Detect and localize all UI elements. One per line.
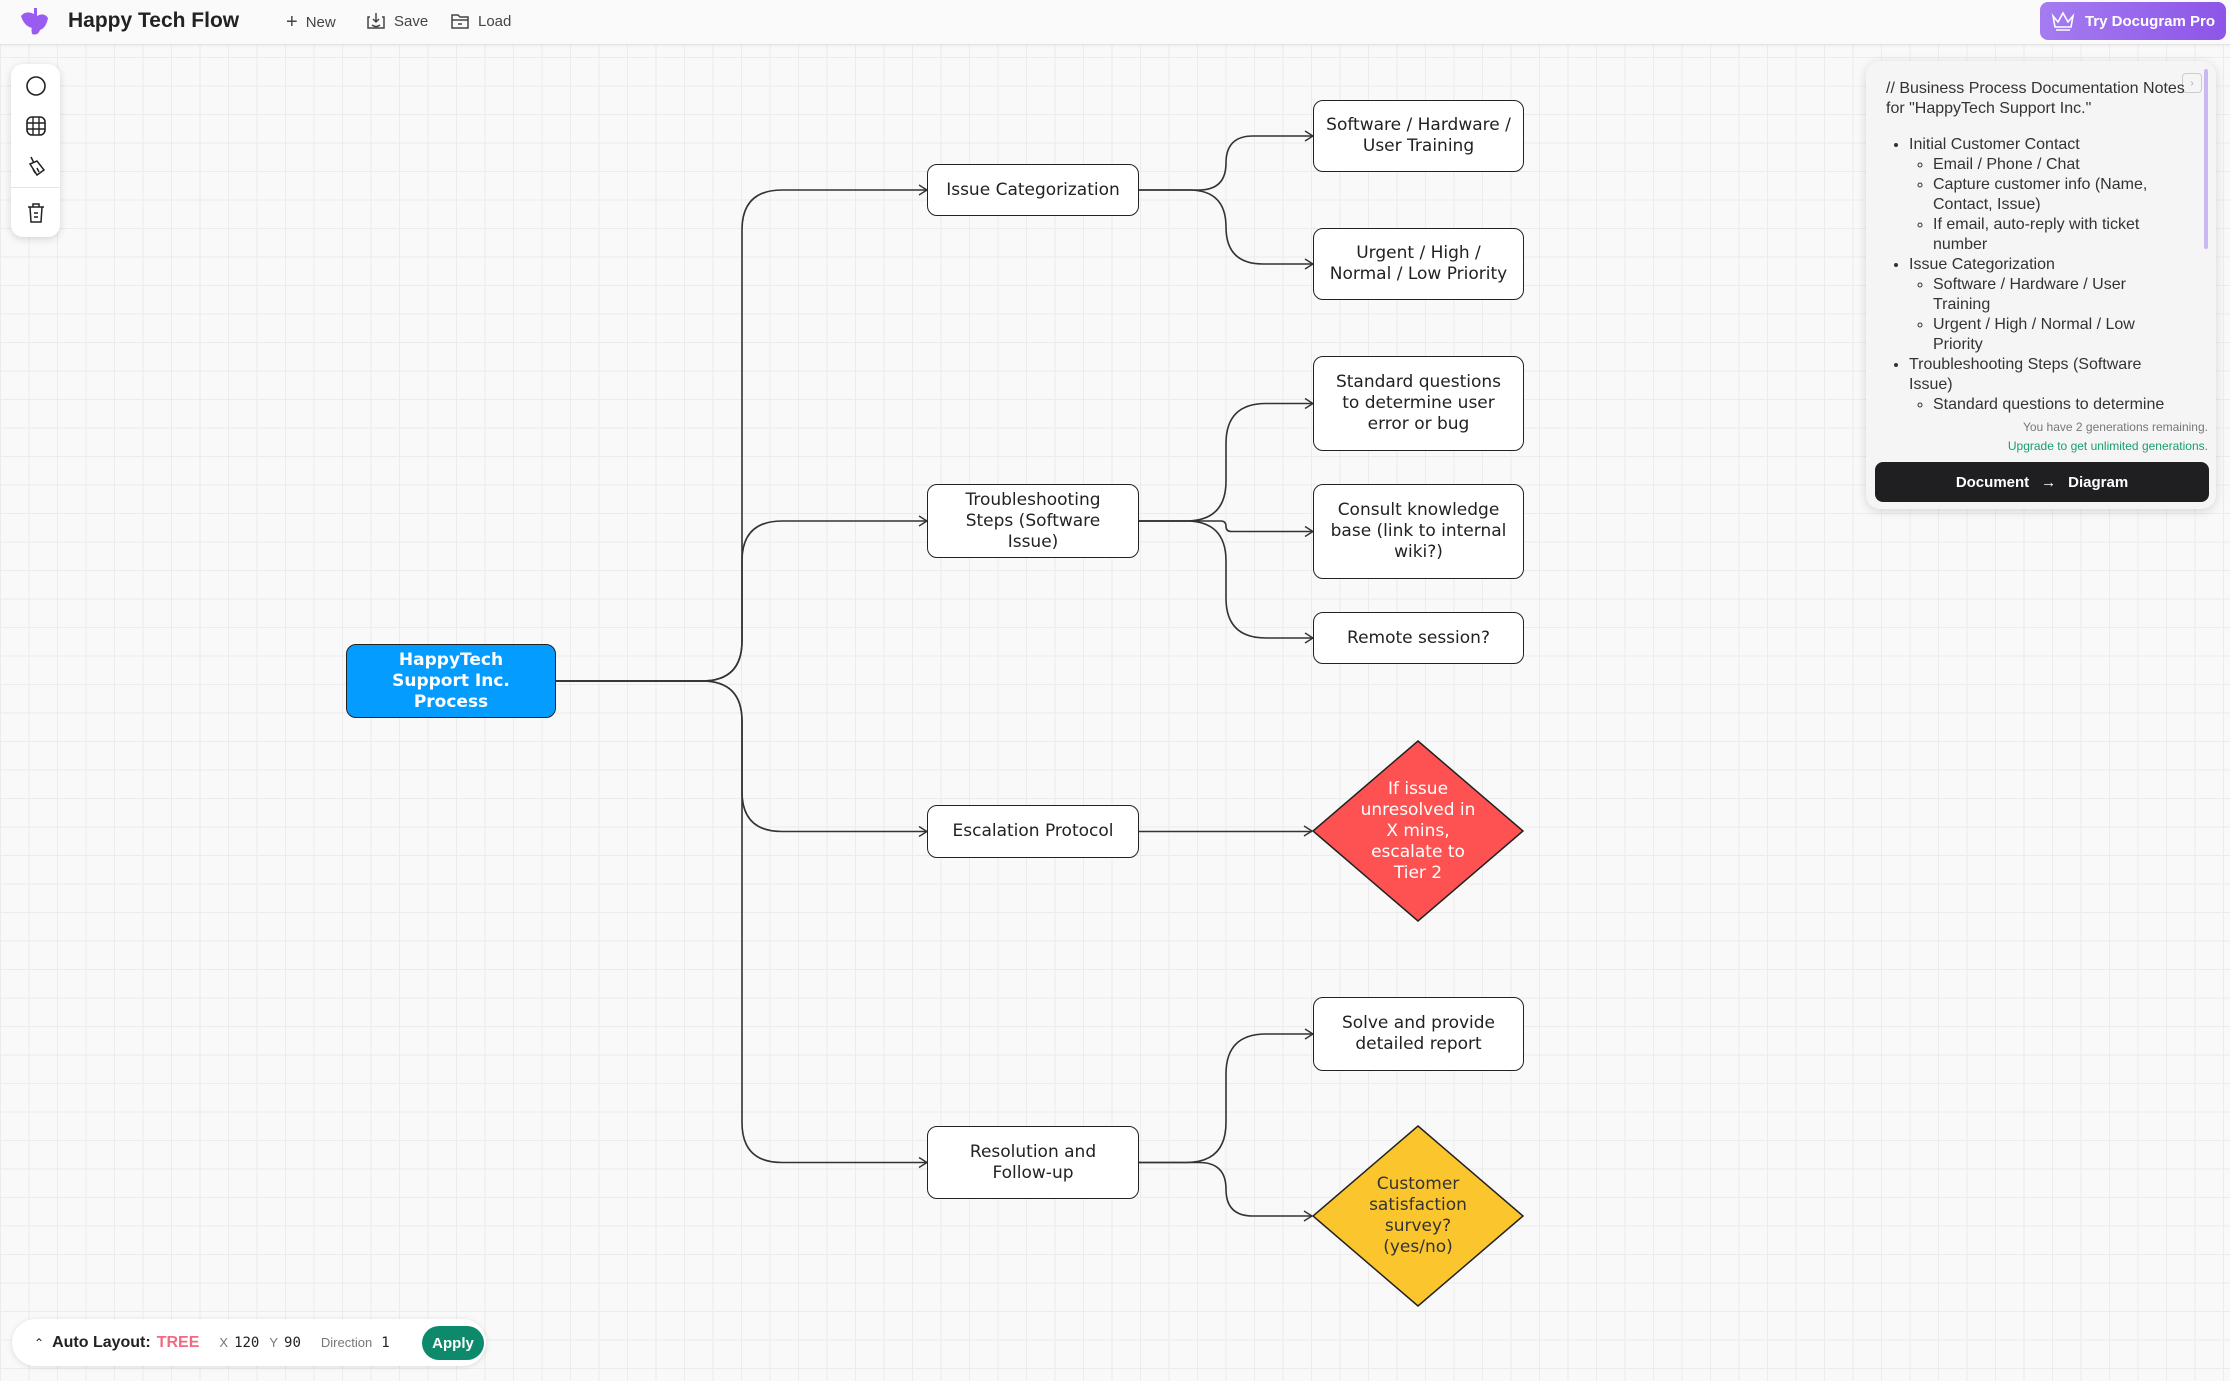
try-pro-button[interactable]: Try Docugram Pro	[2040, 2, 2226, 40]
outline-subitem: Email / Phone / Chat	[1933, 155, 2186, 175]
node-solve-report[interactable]: Solve and provide detailed report	[1313, 997, 1524, 1071]
folder-icon	[451, 14, 469, 29]
crown-icon	[2051, 11, 2075, 31]
outline-subitem: Capture customer info (Name, Contact, Is…	[1933, 175, 2186, 215]
plus-icon: +	[286, 11, 298, 33]
brush-icon[interactable]	[23, 153, 49, 179]
auto-layout-bar: ⌃ Auto Layout: TREE X 120 Y 90 Direction…	[12, 1319, 486, 1366]
save-icon	[367, 13, 385, 29]
node-resolution[interactable]: Resolution and Follow-up	[927, 1126, 1139, 1199]
node-satisfaction-survey[interactable]: Customer satisfaction survey? (yes/no)	[1312, 1125, 1524, 1307]
document-outline: Initial Customer Contact Email / Phone /…	[1886, 135, 2186, 415]
auto-layout-label: Auto Layout:	[52, 1333, 151, 1351]
y-label: Y	[269, 1335, 279, 1350]
edge	[1139, 520, 1313, 533]
save-button[interactable]: Save	[366, 11, 428, 31]
y-value-input[interactable]: 90	[284, 1335, 301, 1351]
load-button[interactable]: Load	[450, 11, 511, 31]
outline-item-label: Troubleshooting Steps (Software Issue)	[1909, 356, 2142, 393]
outline-subitem: Urgent / High / Normal / Low Priority	[1933, 315, 2186, 355]
document-header-line: // Business Process Documentation Notes …	[1886, 80, 2185, 117]
document-panel: › // Business Process Documentation Note…	[1866, 61, 2216, 509]
x-label: X	[219, 1335, 229, 1350]
load-label: Load	[478, 12, 512, 30]
node-priority[interactable]: Urgent / High / Normal / Low Priority	[1313, 228, 1524, 300]
node-knowledge-base[interactable]: Consult knowledge base (link to internal…	[1313, 484, 1524, 579]
generations-note: You have 2 generations remaining.	[2022, 420, 2208, 434]
direction-value-input[interactable]: 1	[381, 1335, 389, 1351]
edge	[1139, 1033, 1313, 1164]
new-label: New	[305, 14, 336, 31]
try-pro-label: Try Docugram Pro	[2084, 12, 2216, 30]
tool-palette	[11, 64, 60, 237]
outline-subitem: Standard questions to determine	[1933, 395, 2186, 415]
edge	[1139, 135, 1313, 191]
x-value-input[interactable]: 120	[234, 1335, 259, 1351]
trash-icon[interactable]	[23, 200, 49, 226]
node-escalate-decision[interactable]: If issue unresolved in X mins, escalate …	[1312, 740, 1524, 922]
arrow-right-icon: →	[2041, 473, 2057, 491]
node-remote-session[interactable]: Remote session?	[1313, 612, 1524, 664]
node-standard-questions[interactable]: Standard questions to determine user err…	[1313, 356, 1524, 451]
outline-subitem: Software / Hardware / User Training	[1933, 275, 2186, 315]
node-root[interactable]: HappyTech Support Inc. Process	[346, 644, 556, 718]
top-bar: Happy Tech Flow + New Save Load Try Docug…	[0, 0, 2230, 45]
app-logo-icon	[21, 8, 48, 35]
panel-scrollbar[interactable]	[2204, 69, 2208, 249]
edge	[1139, 520, 1313, 639]
outline-item: Issue Categorization Software / Hardware…	[1909, 255, 2186, 355]
apply-button[interactable]: Apply	[422, 1326, 484, 1360]
convert-to-label: Diagram	[2068, 473, 2129, 491]
edge	[1139, 402, 1313, 522]
tool-divider	[11, 187, 60, 188]
chevron-up-icon[interactable]: ⌃	[34, 1336, 44, 1350]
grid-icon[interactable]	[23, 113, 49, 139]
outline-item-label: Issue Categorization	[1909, 256, 2055, 273]
document-to-diagram-button[interactable]: Document → Diagram	[1875, 462, 2209, 502]
survey-text: Customer satisfaction survey? (yes/no)	[1369, 1174, 1467, 1257]
edge	[556, 680, 927, 1164]
layout-mode[interactable]: TREE	[157, 1334, 200, 1352]
escalate-decision-text: If issue unresolved in X mins, escalate …	[1360, 778, 1476, 883]
direction-label: Direction	[320, 1335, 373, 1350]
save-label: Save	[394, 12, 429, 30]
outline-item: Initial Customer Contact Email / Phone /…	[1909, 135, 2186, 255]
node-troubleshooting[interactable]: Troubleshooting Steps (Software Issue)	[927, 484, 1139, 558]
upgrade-link[interactable]: Upgrade to get unlimited generations.	[2008, 439, 2208, 453]
convert-from-label: Document	[1955, 473, 2030, 491]
edge	[1139, 189, 1313, 265]
outline-item: Troubleshooting Steps (Software Issue) S…	[1909, 355, 2186, 415]
new-button[interactable]: + New	[286, 11, 336, 34]
circle-icon[interactable]	[23, 73, 49, 99]
outline-item-label: Initial Customer Contact	[1909, 136, 2080, 153]
node-software-hardware[interactable]: Software / Hardware / User Training	[1313, 100, 1524, 172]
document-text[interactable]: // Business Process Documentation Notes …	[1886, 79, 2186, 419]
node-escalation-protocol[interactable]: Escalation Protocol	[927, 805, 1139, 858]
outline-subitem: If email, auto-reply with ticket number	[1933, 215, 2186, 255]
node-issue-categorization[interactable]: Issue Categorization	[927, 164, 1139, 216]
edge	[1139, 1161, 1312, 1217]
app-title: Happy Tech Flow	[68, 9, 240, 32]
